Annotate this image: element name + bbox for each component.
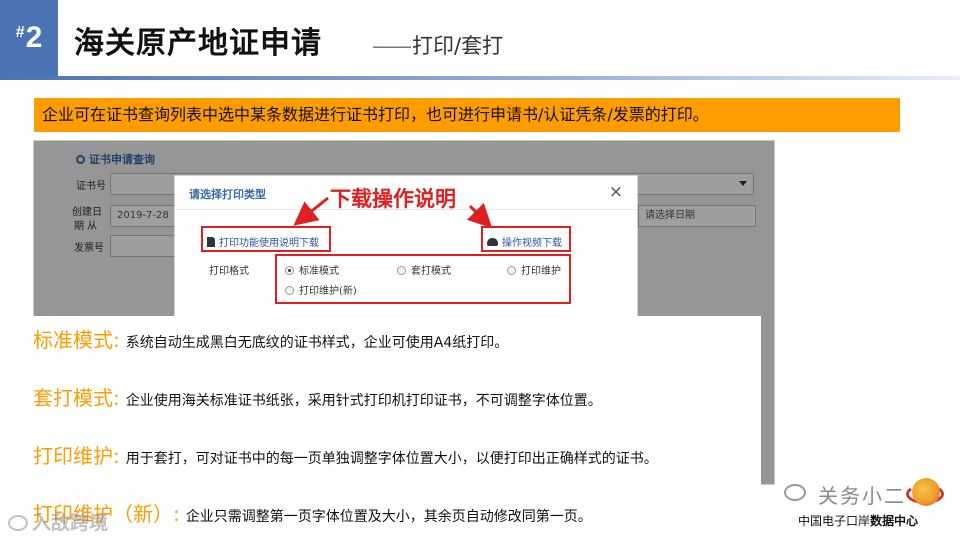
desc-row: 标准模式: 系统自动生成黑白无底纹的证书样式，企业可使用A4纸打印。	[33, 324, 508, 353]
radio-maintenance-label: 打印维护	[521, 266, 561, 277]
page-subtitle: ——打印/套打	[372, 30, 503, 60]
brand-subtitle-bold: 数据中心	[870, 514, 919, 528]
desc-text: 企业只需调整第一页字体位置及大小，其余页自动修改同第一页。	[185, 509, 592, 525]
desc-text: 企业使用海关标准证书纸张，采用针式打印机打印证书，不可调整字体位置。	[125, 393, 602, 409]
radio-standard-label: 标准模式	[299, 266, 339, 277]
print-format-label: 打印格式	[209, 266, 249, 277]
radio-overlay-label: 套打模式	[411, 266, 451, 277]
page-title: 海关原产地证申请	[74, 26, 322, 61]
wechat-icon	[8, 515, 28, 531]
section-number-badge: # 2	[0, 0, 58, 76]
radio-print-maintenance[interactable]: 打印维护	[507, 262, 561, 277]
header-divider	[0, 76, 960, 80]
watermark-left-text: 入敌跨境	[32, 512, 109, 534]
brand-subtitle: 中国电子口岸数据中心	[798, 512, 918, 529]
wechat-icon	[784, 484, 806, 501]
radio-unselected-icon	[397, 266, 406, 275]
desc-term: 标准模式:	[33, 328, 120, 352]
desc-term: 套打模式:	[33, 386, 120, 410]
brand-block: 关务小二 中国电子口岸数据中心	[784, 478, 954, 536]
cloud-download-icon	[487, 238, 498, 246]
brand-name: 关务小二	[818, 484, 906, 508]
watermark-left: 入敌跨境	[8, 508, 108, 535]
desc-row: 套打模式: 企业使用海关标准证书纸张，采用针式打印机打印证书，不可调整字体位置。	[33, 382, 602, 411]
radio-unselected-icon	[507, 266, 516, 275]
download-instructions-callout: 下载操作说明	[330, 187, 456, 211]
section-number: 2	[25, 21, 43, 54]
radio-standard-mode[interactable]: 标准模式	[285, 262, 339, 277]
radio-maintenance-new-label: 打印维护(新)	[299, 286, 357, 297]
dialog-title: 请选择打印类型	[189, 188, 266, 201]
radio-unselected-icon	[285, 286, 294, 295]
video-download-label: 操作视频下载	[502, 238, 562, 249]
radio-selected-icon	[285, 266, 294, 275]
close-icon[interactable]: ×	[609, 182, 623, 202]
radio-print-maintenance-new[interactable]: 打印维护(新)	[285, 282, 357, 297]
mode-descriptions: 标准模式: 系统自动生成黑白无底纹的证书样式，企业可使用A4纸打印。 套打模式: 企…	[33, 316, 761, 540]
subtitle-text: 打印/套打	[412, 34, 504, 58]
intro-banner: 企业可在证书查询列表中选中某条数据进行证书打印，也可进行申请书/认证凭条/发票的…	[34, 98, 900, 132]
subtitle-dash: ——	[372, 34, 412, 58]
manual-download-label: 打印功能使用说明下载	[219, 238, 319, 249]
desc-text: 用于套打，可对证书中的每一页单独调整字体位置大小，以便打印出正确样式的证书。	[125, 451, 658, 467]
manual-download-link[interactable]: 打印功能使用说明下载	[207, 234, 319, 249]
desc-row: 打印维护（新）: 企业只需调整第一页字体位置及大小，其余页自动修改同第一页。	[33, 498, 592, 527]
desc-term: 打印维护:	[33, 444, 120, 468]
radio-overlay-mode[interactable]: 套打模式	[397, 262, 451, 277]
section-hash: #	[15, 24, 25, 41]
brand-subtitle-plain: 中国电子口岸	[798, 514, 871, 528]
logo-icon	[912, 478, 940, 506]
document-icon	[207, 237, 215, 247]
video-download-link[interactable]: 操作视频下载	[487, 234, 562, 249]
desc-text: 系统自动生成黑白无底纹的证书样式，企业可使用A4纸打印。	[125, 335, 509, 351]
desc-row: 打印维护: 用于套打，可对证书中的每一页单独调整字体位置大小，以便打印出正确样式的…	[33, 440, 658, 469]
